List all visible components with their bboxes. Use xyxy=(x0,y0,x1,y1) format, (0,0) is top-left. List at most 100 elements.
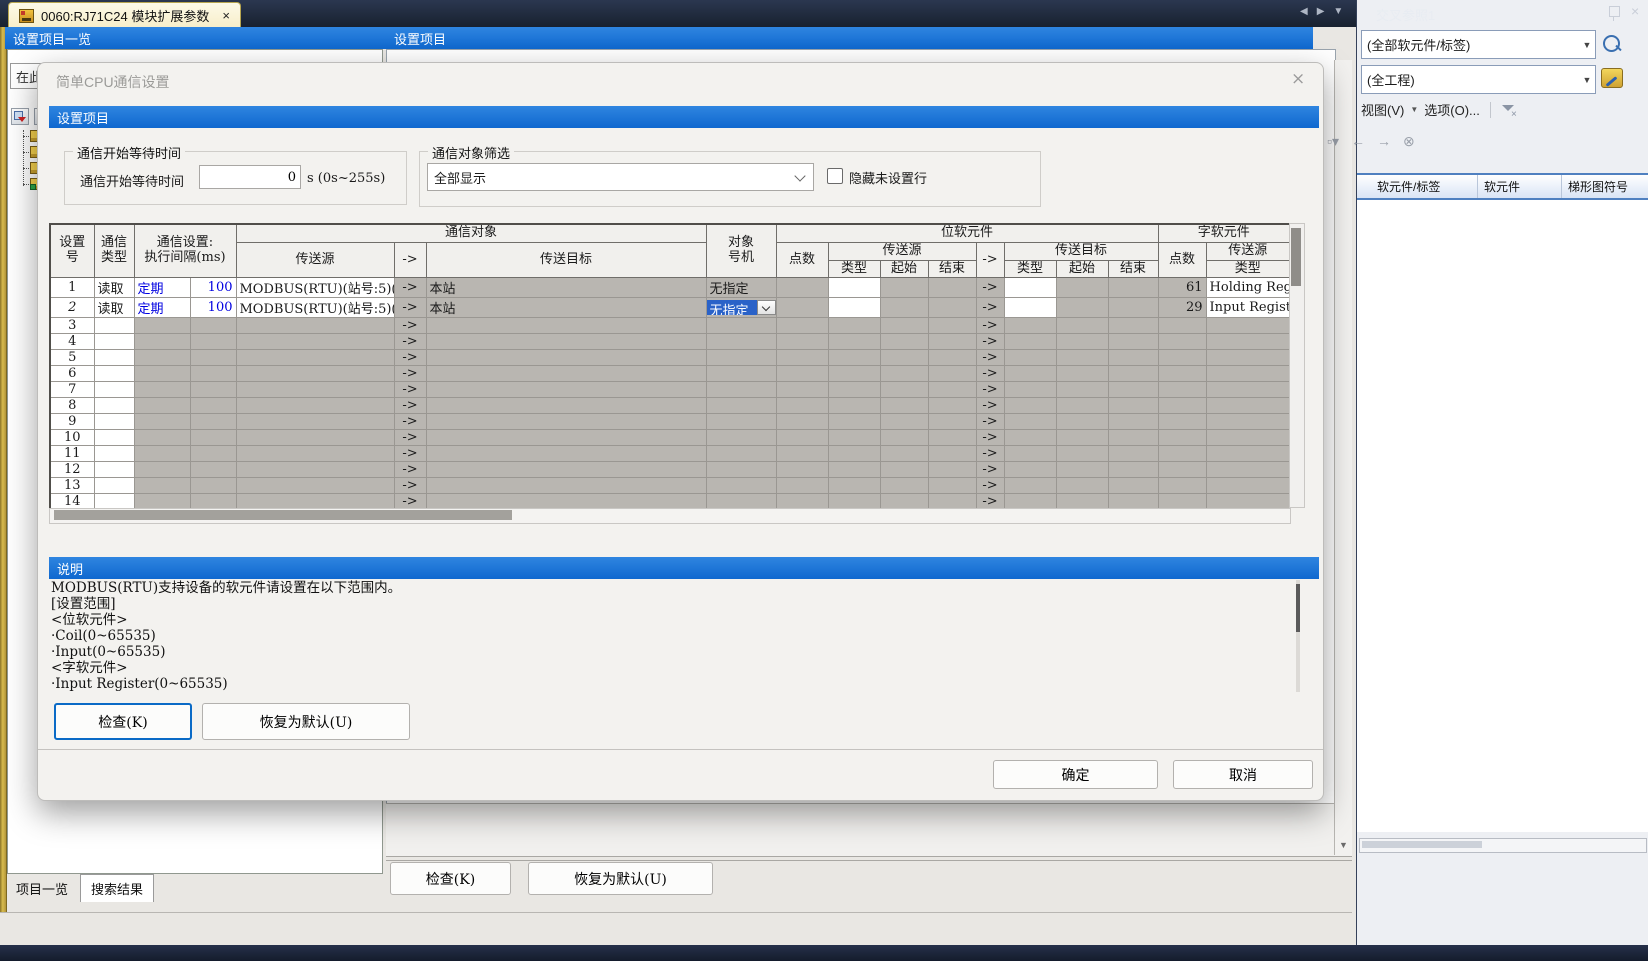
chevron-down-icon[interactable]: ▼ xyxy=(1579,75,1595,85)
dialog-close-icon[interactable]: × xyxy=(1291,69,1305,89)
description-line: MODBUS(RTU)支持设备的软元件请设置在以下范围内。 xyxy=(51,580,1281,596)
cell-comm-type[interactable]: 读取 xyxy=(94,278,134,298)
right-pane-scrollbar[interactable]: ▼ xyxy=(1334,60,1352,855)
cell-word-source-type[interactable]: Holding Register xyxy=(1206,278,1290,298)
check-button[interactable]: 检查(K) xyxy=(54,703,192,740)
restore-default-button[interactable]: 恢复为默认(U) xyxy=(202,703,410,740)
ok-button[interactable]: 确定 xyxy=(993,760,1158,789)
settings-wrench-icon[interactable] xyxy=(1601,68,1623,88)
cell-setting-type[interactable]: 定期 xyxy=(134,298,190,318)
cell-source xyxy=(236,462,394,478)
clear-reference-icon[interactable]: ⊗ xyxy=(1403,133,1415,150)
cell-source[interactable]: MODBUS(RTU)(站号:5)(CH2) xyxy=(236,278,394,298)
cell-interval[interactable]: 100 xyxy=(190,298,236,318)
cell-comm-type[interactable] xyxy=(94,446,134,462)
collapse-tree-icon[interactable] xyxy=(11,108,29,125)
cell-bit-dest-end xyxy=(1108,366,1158,382)
scrollbar-thumb[interactable] xyxy=(54,510,512,520)
cell-bit-source-type xyxy=(828,414,880,430)
description-line: ·Input(0~65535) xyxy=(51,644,1281,660)
cell-bit-dest-end xyxy=(1108,446,1158,462)
table-vertical-scrollbar[interactable] xyxy=(1289,223,1305,508)
table-horizontal-scrollbar[interactable] xyxy=(49,508,1291,524)
cell-comm-type[interactable] xyxy=(94,334,134,350)
display-filter-combobox[interactable]: 全部显示 xyxy=(427,163,814,191)
description-scrollbar[interactable] xyxy=(1296,580,1300,692)
scroll-down-icon[interactable]: ▼ xyxy=(1336,837,1351,853)
scope-combobox[interactable]: (全工程) ▼ xyxy=(1361,65,1596,94)
pin-icon[interactable] xyxy=(1609,6,1620,17)
scrollbar-thumb[interactable] xyxy=(1296,584,1300,632)
xref-column-header[interactable]: 软元件/标签 xyxy=(1357,175,1478,198)
cell-bit-source-start xyxy=(880,398,928,414)
cell-word-source-type xyxy=(1206,446,1290,462)
communication-settings-table: 设置号通信类型通信设置:执行间隔(ms)通信对象对象号机位软元件字软元件传送源-… xyxy=(49,223,1291,511)
divider xyxy=(0,912,1352,913)
xref-horizontal-scrollbar[interactable] xyxy=(1359,838,1647,853)
tab-scroll-left-icon[interactable]: ◀ xyxy=(1300,6,1308,17)
scrollbar-thumb[interactable] xyxy=(1362,841,1482,848)
cell-bit-dest-type[interactable] xyxy=(1004,298,1056,318)
col-header-bit-source: 传送源 xyxy=(828,243,976,261)
cell-setting-no: 13 xyxy=(50,478,94,494)
cell-comm-type[interactable] xyxy=(94,350,134,366)
cell-bit-source-type[interactable] xyxy=(828,278,880,298)
tab-list-icon[interactable]: ▼ xyxy=(1333,6,1343,17)
cell-setting-no: 7 xyxy=(50,382,94,398)
tab-scroll-right-icon[interactable]: ▶ xyxy=(1317,6,1325,17)
document-tab[interactable]: 0060:RJ71C24 模块扩展参数 × xyxy=(8,2,241,28)
cell-bit-source-start xyxy=(880,382,928,398)
cell-setting-type xyxy=(134,478,190,494)
tab-close-icon[interactable]: × xyxy=(222,9,230,22)
hide-unset-rows-checkbox[interactable] xyxy=(827,168,843,184)
prev-reference-icon[interactable]: ← xyxy=(1351,133,1365,150)
view-menu[interactable]: 视图(V) xyxy=(1361,100,1404,119)
xref-column-header[interactable]: 梯形图符号 xyxy=(1562,175,1648,198)
cell-comm-type[interactable] xyxy=(94,366,134,382)
cell-comm-type[interactable] xyxy=(94,414,134,430)
device-filter-combobox[interactable]: (全部软元件/标签) ▼ xyxy=(1361,30,1596,59)
bottom-tab-搜索结果[interactable]: 搜索结果 xyxy=(80,874,154,902)
cell-bit-source-type xyxy=(828,366,880,382)
status-dot xyxy=(30,184,36,190)
cell-interval[interactable]: 100 xyxy=(190,278,236,298)
cell-source xyxy=(236,446,394,462)
scrollbar-thumb[interactable] xyxy=(1291,228,1301,286)
chevron-down-icon[interactable]: ▼ xyxy=(1579,40,1595,50)
next-reference-icon[interactable]: → xyxy=(1377,133,1391,150)
xref-column-header[interactable]: 软元件 xyxy=(1478,175,1562,198)
cell-word-source-type[interactable]: Input Register xyxy=(1206,298,1290,318)
cell-comm-type[interactable] xyxy=(94,430,134,446)
cell-setting-type[interactable]: 定期 xyxy=(134,278,190,298)
condition-dropdown-icon[interactable]: ▫▾ xyxy=(1327,133,1339,150)
cell-comm-type[interactable] xyxy=(94,478,134,494)
cell-target-station[interactable]: 无指定 xyxy=(706,278,776,298)
search-icon[interactable] xyxy=(1603,35,1620,52)
cell-bit-source-start xyxy=(880,366,928,382)
cell-source[interactable]: MODBUS(RTU)(站号:5)(CH2) xyxy=(236,298,394,318)
cell-comm-type[interactable] xyxy=(94,382,134,398)
cell-bit-dest-type xyxy=(1004,318,1056,334)
options-menu[interactable]: 选项(O)... xyxy=(1424,100,1480,119)
cancel-button[interactable]: 取消 xyxy=(1173,760,1313,789)
background-check-button[interactable]: 检查(K) xyxy=(390,862,511,895)
cell-comm-type[interactable] xyxy=(94,318,134,334)
cell-target-station[interactable]: 无指定 xyxy=(706,298,776,318)
chevron-down-icon[interactable]: ▼ xyxy=(1410,105,1418,114)
background-restore-default-button[interactable]: 恢复为默认(U) xyxy=(528,862,713,895)
xref-result-list[interactable] xyxy=(1357,200,1648,832)
dropdown-button[interactable] xyxy=(757,300,776,315)
panel-close-icon[interactable]: × xyxy=(1631,3,1639,19)
selected-target-value[interactable]: 无指定 xyxy=(707,300,757,315)
cell-bit-arrow: -> xyxy=(976,430,1004,446)
wait-time-input[interactable] xyxy=(199,165,301,189)
cell-comm-type[interactable]: 读取 xyxy=(94,298,134,318)
dock-frame-edge xyxy=(0,27,7,912)
filter-clear-icon[interactable] xyxy=(1501,103,1515,117)
cell-bit-dest-type[interactable] xyxy=(1004,278,1056,298)
cell-comm-type[interactable] xyxy=(94,398,134,414)
cell-bit-arrow: -> xyxy=(976,414,1004,430)
cell-bit-source-type[interactable] xyxy=(828,298,880,318)
cell-comm-type[interactable] xyxy=(94,462,134,478)
bottom-tab-项目一览[interactable]: 项目一览 xyxy=(6,875,78,902)
